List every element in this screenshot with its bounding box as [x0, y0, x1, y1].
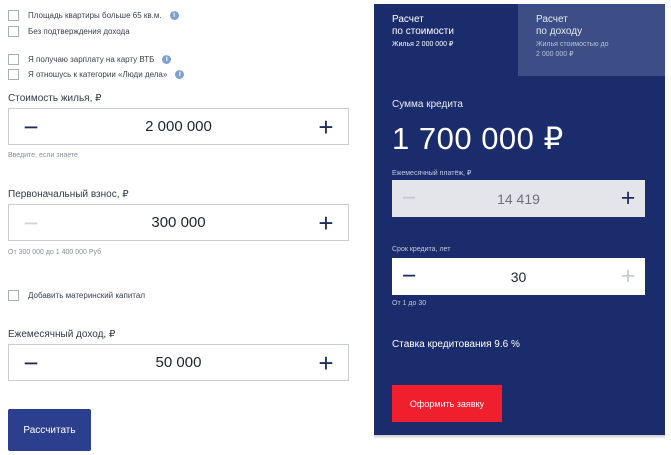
tab-subtitle: Жилья 2 000 000 ₽ — [392, 41, 454, 48]
monthly-income-label: Ежемесячный доход, ₽ — [8, 329, 116, 340]
checkbox-label: Я получаю зарплату на карту ВТБ — [28, 54, 155, 64]
plus-icon[interactable]: + — [611, 180, 645, 217]
plus-icon[interactable]: + — [611, 258, 645, 295]
minus-icon[interactable]: − — [9, 205, 53, 240]
panel-shadow — [374, 435, 665, 439]
loan-term-stepper: − 30 + — [392, 258, 645, 295]
tab-title-line1: Расчет — [536, 14, 568, 25]
loan-term-hint: От 1 до 30 — [392, 300, 427, 307]
property-cost-value[interactable]: 2 000 000 — [53, 118, 304, 135]
checkbox-icon[interactable] — [8, 289, 19, 301]
loan-term-label: Срок кредита, лет — [392, 246, 451, 253]
checkbox-icon[interactable] — [8, 53, 19, 65]
monthly-payment-value: 14 419 — [497, 190, 540, 207]
checkbox-vtb-salary[interactable]: Я получаю зарплату на карту ВТБ i — [8, 53, 172, 65]
tab-by-income[interactable]: Расчет по доходу Жилья стоимостью до 2 0… — [518, 4, 665, 76]
minus-icon[interactable]: − — [9, 345, 53, 380]
monthly-payment-label: Ежемесячный платёж, ₽ — [392, 170, 472, 177]
checkbox-label: Площадь квартиры больше 65 кв.м. — [28, 10, 162, 20]
calculation-panel: Расчет по стоимости Жилья 2 000 000 ₽ Ра… — [374, 4, 665, 435]
plus-icon[interactable]: + — [304, 109, 348, 144]
info-icon[interactable]: i — [169, 10, 179, 20]
tab-title-line1: Расчет — [392, 14, 424, 25]
checkbox-icon[interactable] — [8, 9, 19, 21]
down-payment-hint: От 300 000 до 1 400 000 Руб — [8, 249, 102, 256]
minus-icon[interactable]: − — [392, 258, 426, 295]
plus-icon[interactable]: + — [304, 345, 348, 380]
loan-term-value[interactable]: 30 — [426, 269, 611, 285]
apply-button[interactable]: Оформить заявку — [392, 385, 502, 422]
calculate-button[interactable]: Рассчитать — [8, 409, 91, 451]
minus-icon[interactable]: − — [9, 109, 53, 144]
loan-sum-value: 1 700 000 ₽ — [392, 121, 564, 156]
info-icon[interactable]: i — [175, 69, 185, 79]
tab-title-line2: по стоимости — [392, 26, 454, 37]
interest-rate-text: Ставка кредитования 9.6 % — [392, 339, 520, 350]
down-payment-label: Первоначальный взнос, ₽ — [8, 189, 129, 200]
down-payment-stepper: − 300 000 + — [8, 204, 349, 241]
checkbox-icon[interactable] — [8, 68, 19, 80]
tab-subtitle-line2: 2 000 000 ₽ — [536, 51, 574, 58]
monthly-income-stepper: − 50 000 + — [8, 344, 349, 381]
property-cost-label: Стоимость жилья, ₽ — [8, 93, 102, 104]
info-icon[interactable]: i — [162, 54, 172, 64]
monthly-income-value[interactable]: 50 000 — [53, 354, 304, 371]
plus-icon[interactable]: + — [304, 205, 348, 240]
tab-title-line2: по доходу — [536, 26, 583, 37]
monthly-payment-stepper: − 14 419 + — [392, 180, 645, 217]
checkbox-label: Я отношусь к категории «Люди дела» — [28, 69, 168, 79]
tab-subtitle: Жилья стоимостью до — [536, 41, 609, 48]
checkbox-business-people[interactable]: Я отношусь к категории «Люди дела» i — [8, 68, 185, 80]
checkbox-area-over-65[interactable]: Площадь квартиры больше 65 кв.м. i — [8, 9, 179, 21]
minus-icon[interactable]: − — [392, 180, 426, 217]
property-cost-hint: Введите, если знаете — [8, 152, 78, 159]
loan-sum-label: Сумма кредита — [392, 99, 463, 110]
checkbox-maternity-capital[interactable]: Добавить материнский капитал — [8, 289, 145, 301]
down-payment-value[interactable]: 300 000 — [53, 214, 304, 231]
checkbox-icon[interactable] — [8, 25, 19, 37]
checkbox-no-income-proof[interactable]: Без подтверждения дохода — [8, 25, 130, 37]
tab-by-cost[interactable]: Расчет по стоимости Жилья 2 000 000 ₽ — [374, 4, 518, 76]
property-cost-stepper: − 2 000 000 + — [8, 108, 349, 145]
checkbox-label: Добавить материнский капитал — [28, 290, 145, 300]
checkbox-label: Без подтверждения дохода — [28, 26, 130, 36]
